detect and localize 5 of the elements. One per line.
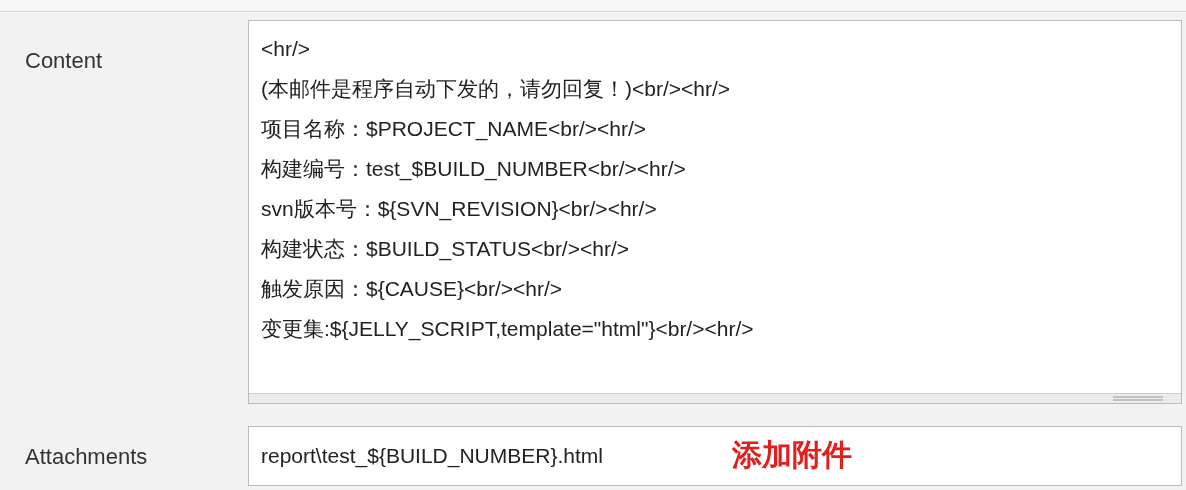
field-label: Attachments — [25, 443, 148, 469]
content-field[interactable]: <hr/> (本邮件是程序自动下发的，请勿回复！)<br/><hr/> 项目名称：$PROJECT_NAME<br/><hr/> 构建编号：test_$BUILD_NUMBER<br/><hr/> svn版本号：${SVN_REVISION}<br/><hr/> 构建状态：$BUILD_STATUS<br/><hr/> 触发原因：${CAUSE}<br/><hr/> 变更集:${JELLY_SCRIPT,template="html"}<br/><hr/> — [248, 20, 1182, 404]
resize-grip-icon[interactable] — [1113, 396, 1163, 401]
field-label: Content — [25, 48, 103, 73]
annotation-text: 添加附件 — [732, 437, 852, 473]
